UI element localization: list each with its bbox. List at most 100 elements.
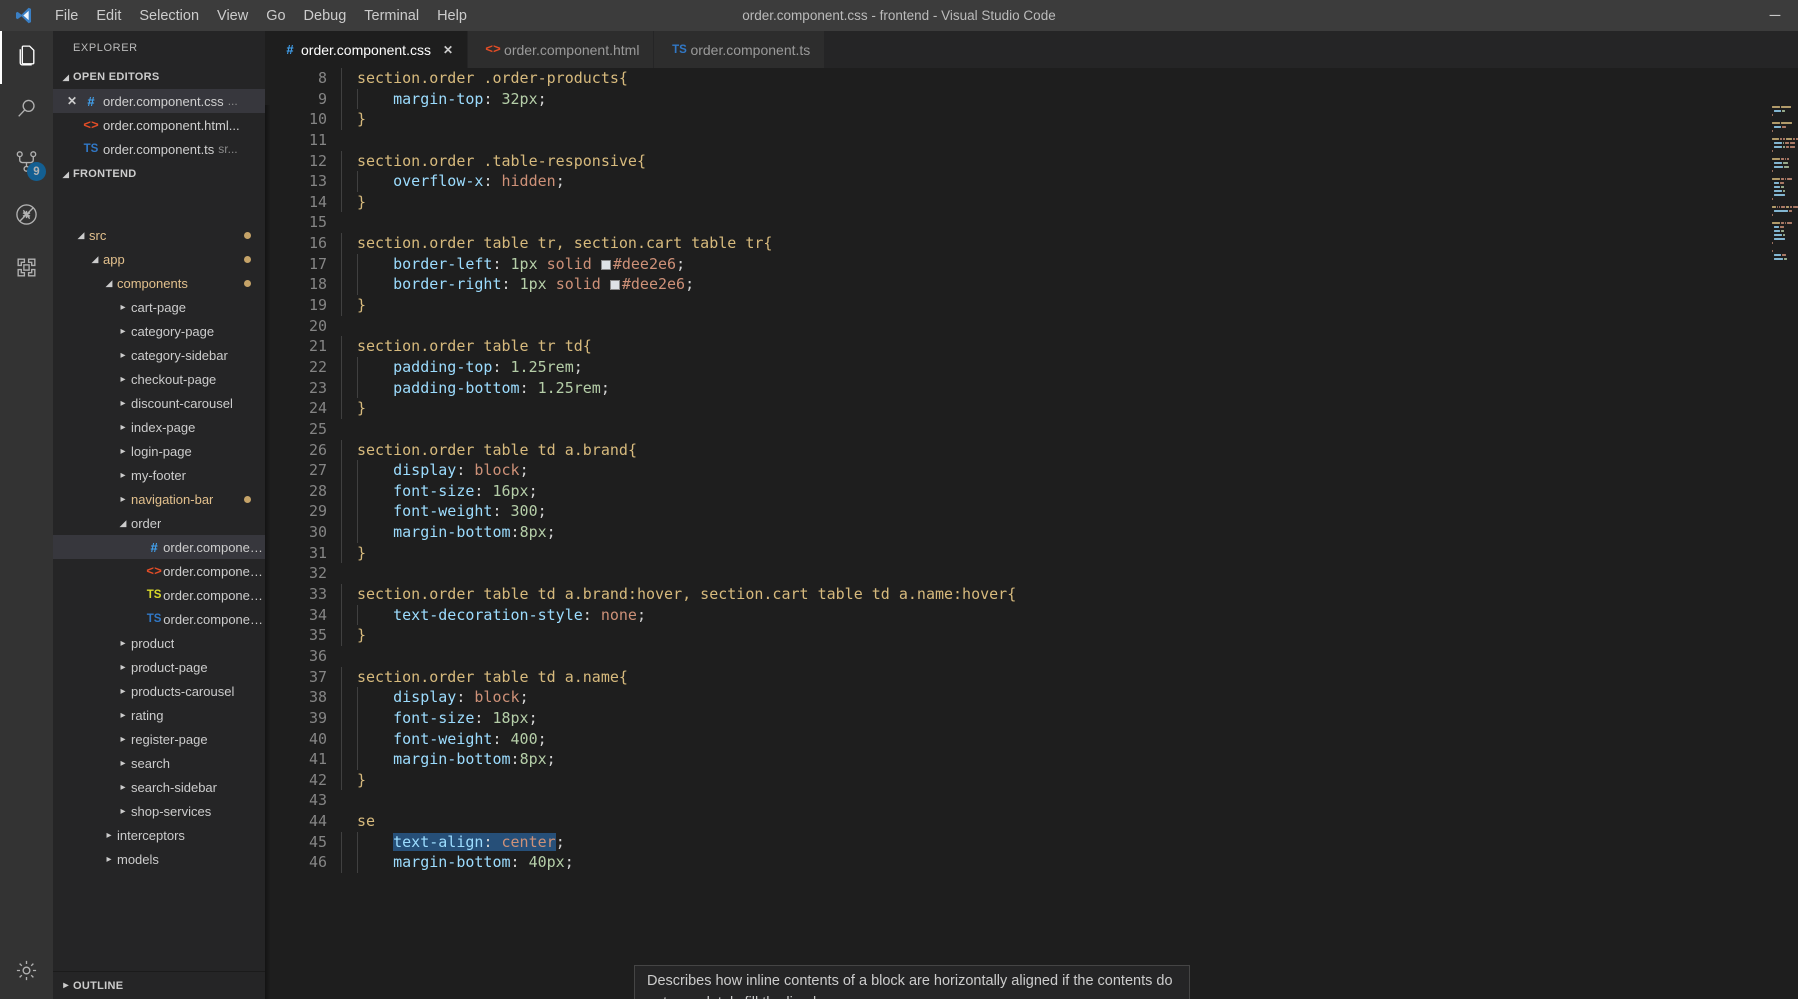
code-line[interactable]: 27 display: block; [265,460,1798,481]
code-line[interactable]: 24} [265,398,1798,419]
chevron-down-icon[interactable] [115,518,131,529]
chevron-right-icon[interactable] [101,854,117,865]
tree-item-order-component-[interactable]: # order.component.... [53,535,265,559]
activity-run-and-debug[interactable] [0,190,53,243]
menu-view[interactable]: View [208,3,257,29]
code-line[interactable]: 39 font-size: 18px; [265,707,1798,729]
chevron-right-icon[interactable] [115,398,131,409]
tree-item-checkout-page[interactable]: checkout-page [53,367,265,391]
menu-bar[interactable]: File Edit Selection View Go Debug Termin… [46,0,476,31]
menu-debug[interactable]: Debug [295,3,356,29]
code-editor[interactable]: 8 section.order .order-products{9 margin-… [265,68,1798,999]
code-line[interactable]: 8 section.order .order-products{ [265,68,1798,89]
chevron-right-icon[interactable] [115,638,131,649]
chevron-right-icon[interactable] [115,446,131,457]
code-line[interactable]: 11 [265,130,1798,151]
chevron-down-icon[interactable] [87,254,103,265]
tree-item-discount-carousel[interactable]: discount-carousel [53,391,265,415]
tree-item-product[interactable]: product [53,631,265,655]
tree-item-interceptors[interactable]: interceptors [53,823,265,847]
code-line[interactable]: 41 margin-bottom:8px; [265,749,1798,770]
code-line[interactable]: 42} [265,769,1798,791]
code-line[interactable]: 46 margin-bottom: 40px; [265,852,1798,873]
code-line[interactable]: 37 section.order table td a.name{ [265,666,1798,688]
tree-item-navigation-bar[interactable]: navigation-bar [53,487,265,511]
chevron-right-icon[interactable] [115,302,131,313]
code-line[interactable]: 38 display: block; [265,687,1798,708]
tree-item-product-page[interactable]: product-page [53,655,265,679]
chevron-right-icon[interactable] [115,662,131,673]
code-line[interactable]: 18 border-right: 1px solid #dee2e6; [265,274,1798,296]
code-line[interactable]: 15 [265,212,1798,233]
chevron-right-icon[interactable] [115,782,131,793]
open-editor-item-html[interactable]: <> order.component.html... [53,113,265,137]
code-line[interactable]: 22 padding-top: 1.25rem; [265,356,1798,378]
chevron-right-icon[interactable] [115,686,131,697]
tab-order-component-html[interactable]: <> order.component.html [468,31,655,68]
open-editor-item-ts[interactable]: TS order.component.ts sr... [53,137,265,161]
tree-item-my-footer[interactable]: my-footer [53,463,265,487]
tree-item-app[interactable]: app [53,247,265,271]
chevron-right-icon[interactable] [115,422,131,433]
code-line[interactable]: 20 [265,316,1798,337]
open-editor-item-css[interactable]: ✕ # order.component.css ... [53,89,265,113]
code-line[interactable]: 40 font-weight: 400; [265,728,1798,750]
tree-item-login-page[interactable]: login-page [53,439,265,463]
minimap[interactable] [1770,105,1798,999]
code-line[interactable]: 21 section.order table tr td{ [265,336,1798,357]
activity-explorer[interactable] [0,31,53,84]
code-line[interactable]: 23 padding-bottom: 1.25rem; [265,377,1798,399]
tree-item-index-page[interactable]: index-page [53,415,265,439]
menu-help[interactable]: Help [428,3,476,29]
close-icon[interactable]: ✕ [443,43,453,57]
code-line[interactable]: 45 text-align: center; [265,831,1798,853]
chevron-right-icon[interactable] [115,494,131,505]
chevron-right-icon[interactable] [115,374,131,385]
code-line[interactable]: 34 text-decoration-style: none; [265,604,1798,626]
code-line[interactable]: 33 section.order table td a.brand:hover, … [265,584,1798,605]
code-line[interactable]: 17 border-left: 1px solid #dee2e6; [265,253,1798,275]
chevron-right-icon[interactable] [115,806,131,817]
activity-extensions[interactable] [0,243,53,296]
code-line[interactable]: 31} [265,542,1798,564]
tree-item-order-component-ts[interactable]: TS order.component.ts [53,607,265,631]
chevron-right-icon[interactable] [115,350,131,361]
tree-item-register-page[interactable]: register-page [53,727,265,751]
menu-selection[interactable]: Selection [130,3,208,29]
code-line[interactable]: 12 section.order .table-responsive{ [265,150,1798,172]
code-line[interactable]: 36 [265,646,1798,667]
chevron-down-icon[interactable] [73,230,89,241]
chevron-right-icon[interactable] [115,710,131,721]
code-line[interactable]: 16 section.order table tr, section.cart t… [265,233,1798,254]
window-controls[interactable]: ─ [1752,0,1798,31]
code-line[interactable]: 30 margin-bottom:8px; [265,522,1798,543]
tree-item-src[interactable]: src [53,223,265,247]
activity-manage-settings[interactable] [0,946,53,999]
tree-item-products-carousel[interactable]: products-carousel [53,679,265,703]
menu-go[interactable]: Go [257,3,294,29]
activity-source-control[interactable]: 9 [0,137,53,190]
code-line[interactable]: 43 [265,790,1798,811]
tree-item-category-sidebar[interactable]: category-sidebar [53,343,265,367]
chevron-right-icon[interactable] [115,758,131,769]
activity-search[interactable] [0,84,53,137]
tab-order-component-css[interactable]: # order.component.css ✕ [265,31,469,68]
code-line[interactable]: 26 section.order table td a.brand{ [265,439,1798,461]
chevron-right-icon[interactable] [115,326,131,337]
code-lines[interactable]: 8 section.order .order-products{9 margin-… [265,68,1798,999]
code-line[interactable]: 25 [265,419,1798,440]
workspace-header[interactable]: ◢ FRONTEND [53,163,265,186]
tree-item-components[interactable]: components [53,271,265,295]
minimize-button[interactable]: ─ [1752,0,1798,31]
code-line[interactable]: 29 font-weight: 300; [265,501,1798,523]
chevron-down-icon[interactable] [101,278,117,289]
code-line[interactable]: 9 margin-top: 32px; [265,88,1798,110]
code-line[interactable]: 35} [265,625,1798,646]
code-line[interactable]: 13 overflow-x: hidden; [265,171,1798,192]
chevron-right-icon[interactable] [115,470,131,481]
menu-file[interactable]: File [46,3,87,29]
tree-item-search[interactable]: search [53,751,265,775]
tree-item-rating[interactable]: rating [53,703,265,727]
tree-item-order[interactable]: order [53,511,265,535]
tree-item-order-component-[interactable]: <> order.component.... [53,559,265,583]
